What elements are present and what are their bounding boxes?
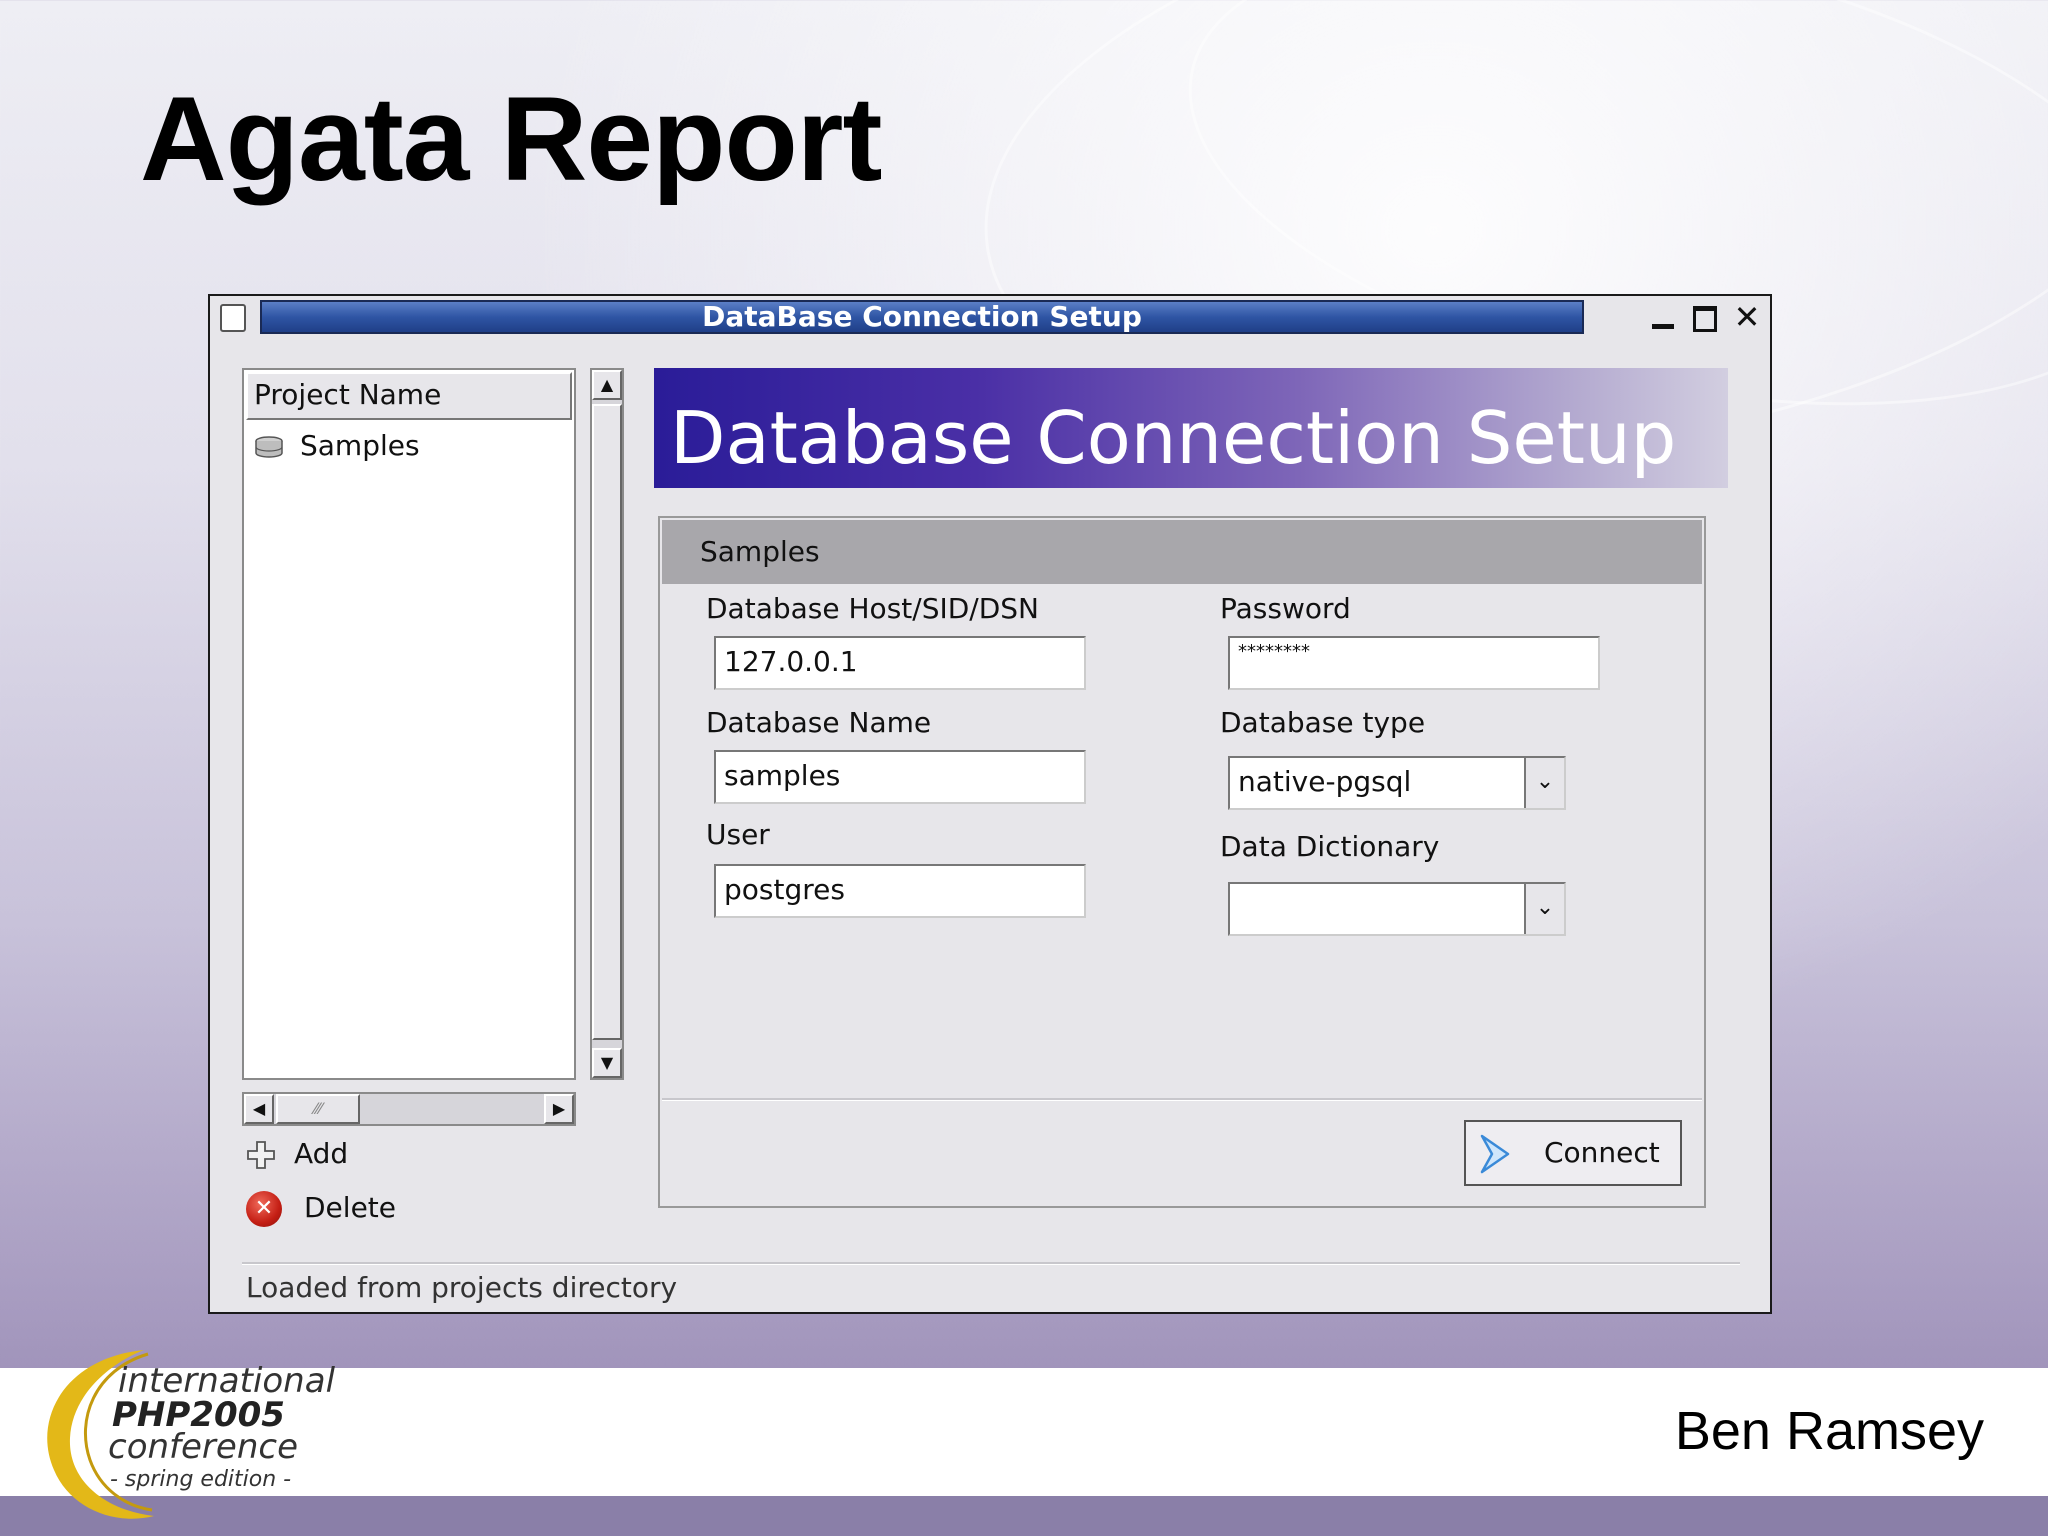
conference-logo: international PHP2005 conference - sprin… xyxy=(47,1350,336,1519)
scroll-thumb[interactable] xyxy=(592,404,622,1040)
scroll-thumb[interactable]: ⁄⁄⁄ xyxy=(276,1094,360,1124)
project-name-column-header[interactable]: Project Name xyxy=(246,372,572,420)
status-separator xyxy=(242,1262,1740,1265)
slide-title: Agata Report xyxy=(140,72,882,206)
database-type-select[interactable]: native-pgsql ⌄ xyxy=(1228,756,1566,810)
form-header: Samples xyxy=(662,520,1702,584)
password-input[interactable]: ******** xyxy=(1228,636,1600,690)
window-titlebar[interactable]: DataBase Connection Setup ✕ xyxy=(210,296,1770,340)
database-type-label: Database type xyxy=(1220,706,1426,739)
window-menu-icon[interactable] xyxy=(220,304,246,332)
scroll-up-icon[interactable]: ▲ xyxy=(592,370,622,400)
list-item[interactable]: Samples xyxy=(254,426,420,466)
minimize-icon[interactable] xyxy=(1646,300,1680,334)
database-name-label: Database Name xyxy=(706,706,932,739)
user-input[interactable]: postgres xyxy=(714,864,1086,918)
chevron-down-icon[interactable]: ⌄ xyxy=(1524,758,1564,808)
plus-icon xyxy=(247,1141,275,1169)
password-label: Password xyxy=(1220,592,1351,625)
list-item-label: Samples xyxy=(300,429,420,462)
logo-line3: conference xyxy=(108,1427,298,1467)
maximize-icon[interactable] xyxy=(1688,300,1722,334)
user-label: User xyxy=(706,818,770,851)
scroll-left-icon[interactable]: ◀ xyxy=(244,1094,274,1124)
host-label: Database Host/SID/DSN xyxy=(706,592,1039,625)
database-icon xyxy=(255,436,283,458)
db-connection-window: DataBase Connection Setup ✕ Project Name… xyxy=(208,294,1772,1314)
connection-form: Samples Database Host/SID/DSN 127.0.0.1 … xyxy=(658,516,1706,1208)
logo-line4: - spring edition - xyxy=(110,1467,291,1492)
delete-project-button[interactable]: ✕ Delete xyxy=(246,1188,396,1228)
data-dictionary-label: Data Dictionary xyxy=(1220,830,1440,863)
add-label: Add xyxy=(294,1137,349,1170)
vertical-scrollbar[interactable]: ▲ ▼ xyxy=(590,368,624,1080)
author-name: Ben Ramsey xyxy=(1674,1401,1984,1461)
setup-banner: Database Connection Setup xyxy=(654,368,1728,488)
scroll-right-icon[interactable]: ▶ xyxy=(544,1094,574,1124)
host-input[interactable]: 127.0.0.1 xyxy=(714,636,1086,690)
connect-button[interactable]: Connect xyxy=(1464,1120,1682,1186)
status-text: Loaded from projects directory xyxy=(246,1271,678,1304)
delete-label: Delete xyxy=(304,1191,396,1224)
add-project-button[interactable]: Add xyxy=(246,1134,348,1174)
scroll-down-icon[interactable]: ▼ xyxy=(592,1048,622,1078)
project-list[interactable]: Project Name Samples xyxy=(242,368,576,1080)
banner-title: Database Connection Setup xyxy=(670,396,1677,480)
horizontal-scrollbar[interactable]: ◀ ⁄⁄⁄ ▶ xyxy=(242,1092,576,1126)
arrow-right-icon xyxy=(1480,1134,1510,1174)
delete-icon: ✕ xyxy=(246,1191,282,1227)
database-name-input[interactable]: samples xyxy=(714,750,1086,804)
connect-label: Connect xyxy=(1544,1136,1660,1169)
panel-divider xyxy=(662,1098,1702,1101)
close-icon[interactable]: ✕ xyxy=(1730,300,1764,334)
data-dictionary-select[interactable]: ⌄ xyxy=(1228,882,1566,936)
chevron-down-icon[interactable]: ⌄ xyxy=(1524,884,1564,934)
window-title: DataBase Connection Setup xyxy=(260,300,1584,334)
database-type-value: native-pgsql xyxy=(1238,765,1412,798)
